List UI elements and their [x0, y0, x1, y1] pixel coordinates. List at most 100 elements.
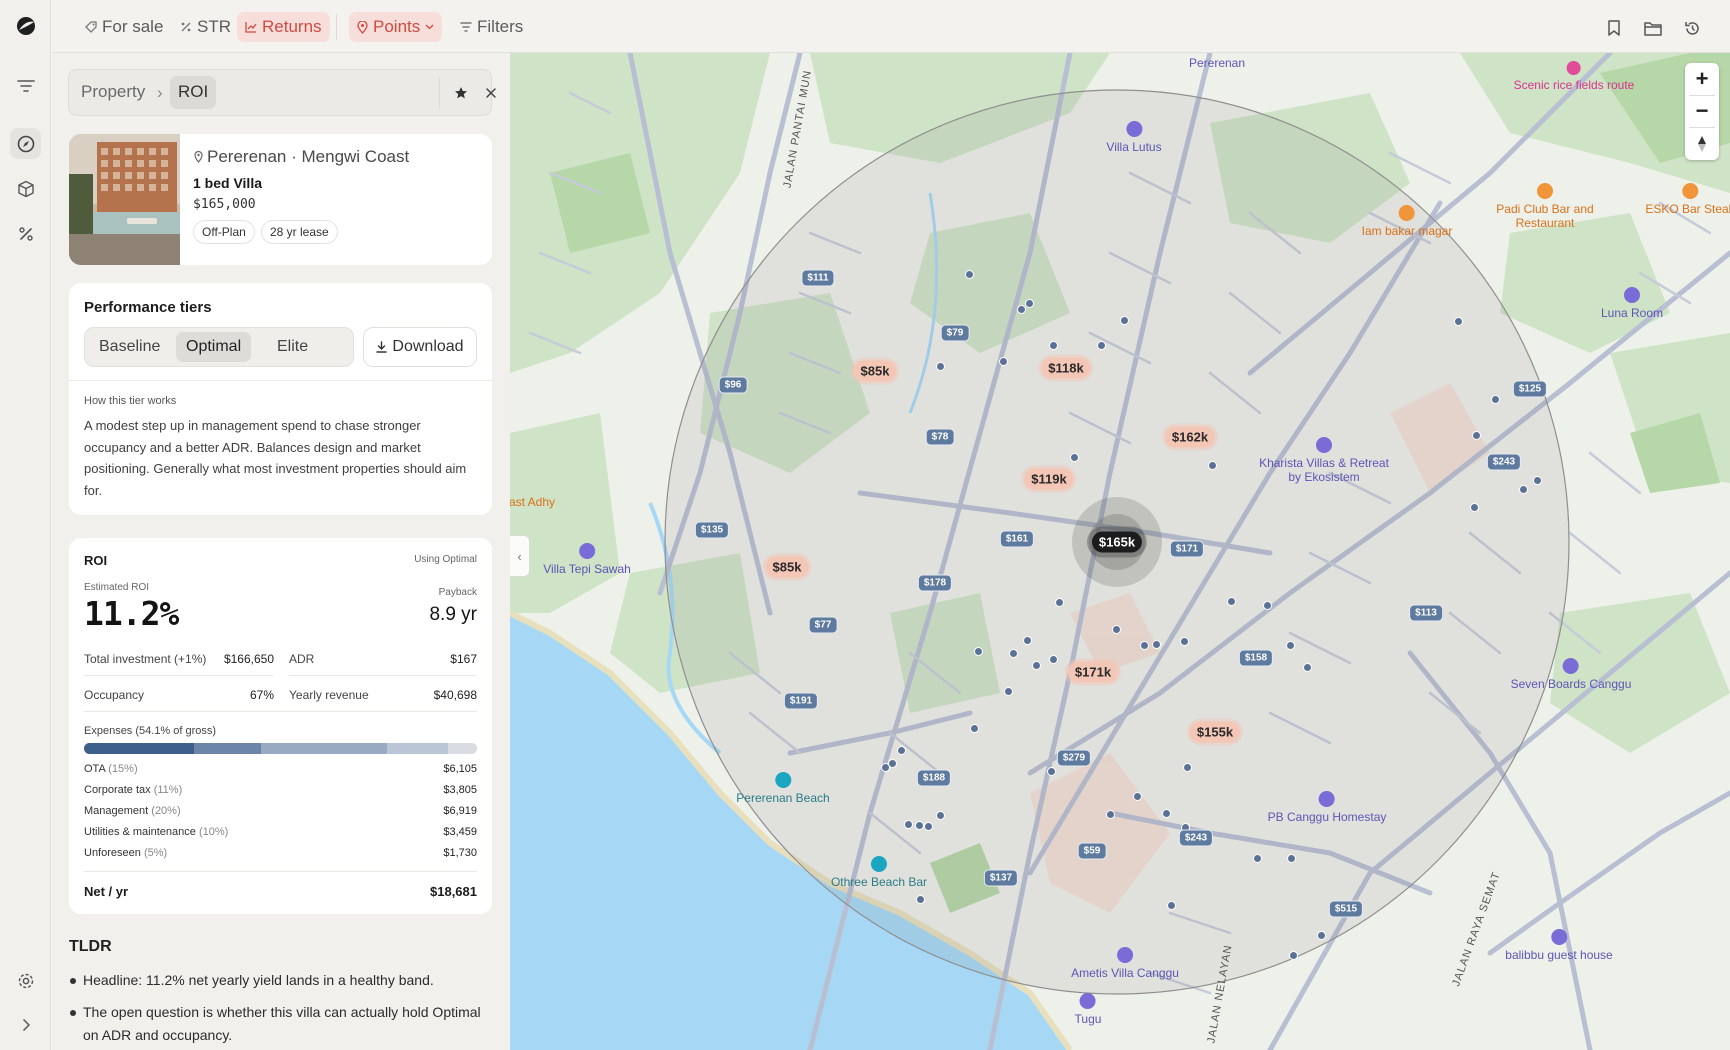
compass-reset-icon[interactable]	[1685, 128, 1719, 160]
poi-padi-club[interactable]: Padi Club Bar and Restaurant	[1485, 183, 1605, 230]
listing-price[interactable]: $515	[1328, 900, 1364, 918]
listing-dot[interactable]	[1167, 901, 1176, 910]
listing-price[interactable]: $171	[1169, 540, 1205, 558]
filters-button[interactable]: Filters	[452, 12, 531, 42]
listing-dot[interactable]	[1227, 597, 1236, 606]
listing-price[interactable]: $79	[940, 324, 970, 342]
collapse-panel-button[interactable]: ‹	[510, 535, 530, 577]
listing-dot[interactable]	[1287, 854, 1296, 863]
listing-dot[interactable]	[1208, 461, 1217, 470]
breadcrumb-current[interactable]: ROI	[170, 76, 217, 109]
tier-baseline[interactable]: Baseline	[89, 332, 170, 362]
returns-button[interactable]: Returns	[237, 12, 330, 42]
folder-icon[interactable]	[1642, 17, 1664, 39]
star-icon[interactable]	[449, 81, 473, 105]
listing-dot[interactable]	[1183, 763, 1192, 772]
breadcrumb-parent-link[interactable]: Property	[81, 82, 145, 102]
listing-dot[interactable]	[1025, 299, 1034, 308]
listing-price[interactable]: $77	[808, 616, 838, 634]
listing-dot[interactable]	[1162, 809, 1171, 818]
listing-dot[interactable]	[1097, 341, 1106, 350]
listing-price[interactable]: $59	[1077, 842, 1107, 860]
cube-icon[interactable]	[10, 173, 41, 204]
settings-gear-icon[interactable]	[10, 965, 41, 996]
listing-dot[interactable]	[1055, 598, 1064, 607]
listing-price[interactable]: $135	[694, 521, 730, 539]
app-logo-icon[interactable]	[10, 10, 41, 41]
poi-kharista[interactable]: Kharista Villas & Retreat by Ekosistem	[1254, 437, 1394, 484]
listing-price[interactable]: $191	[783, 692, 819, 710]
listing-dot[interactable]	[1120, 316, 1129, 325]
listing-dot[interactable]	[1533, 476, 1542, 485]
listing-dot[interactable]	[1049, 655, 1058, 664]
poi-label[interactable]: Pererenan	[1189, 56, 1245, 70]
price-pin[interactable]: $162k	[1164, 426, 1216, 448]
expand-chevron-icon[interactable]	[10, 1009, 41, 1040]
listing-dot[interactable]	[1286, 641, 1295, 650]
listing-dot[interactable]	[1491, 395, 1500, 404]
poi-luna-room[interactable]: Luna Room	[1601, 287, 1663, 320]
listing-price[interactable]: $178	[917, 574, 953, 592]
poi-pb-canggu[interactable]: PB Canggu Homestay	[1268, 791, 1386, 824]
listing-price[interactable]: $243	[1178, 829, 1214, 847]
listing-dot[interactable]	[1023, 636, 1032, 645]
listing-dot[interactable]	[881, 763, 890, 772]
price-pin[interactable]: $119k	[1024, 468, 1074, 490]
listing-dot[interactable]	[916, 895, 925, 904]
listing-dot[interactable]	[936, 362, 945, 371]
percent-icon[interactable]	[10, 218, 41, 249]
listing-dot[interactable]	[1106, 810, 1115, 819]
zoom-in-button[interactable]: +	[1685, 63, 1719, 95]
download-button[interactable]: Download	[363, 327, 477, 367]
price-pin[interactable]: $155k	[1189, 721, 1241, 743]
listing-dot[interactable]	[1112, 625, 1121, 634]
listing-dot[interactable]	[1070, 453, 1079, 462]
filter-lines-icon[interactable]	[10, 70, 41, 101]
tier-elite[interactable]: Elite	[267, 332, 318, 362]
poi-villa-tepi-sawah[interactable]: Villa Tepi Sawah	[543, 543, 631, 576]
listing-dot[interactable]	[1317, 931, 1326, 940]
listing-price[interactable]: $113	[1409, 604, 1443, 622]
points-dropdown[interactable]: Points	[349, 12, 443, 42]
listing-dot[interactable]	[1047, 767, 1056, 776]
listing-price[interactable]: $137	[983, 869, 1019, 887]
listing-price[interactable]: $243	[1486, 453, 1522, 471]
price-pin[interactable]: $171k	[1067, 661, 1119, 683]
listing-dot[interactable]	[999, 357, 1008, 366]
listing-dot[interactable]	[1472, 431, 1481, 440]
poi-pererenan-beach[interactable]: Pererenan Beach	[736, 772, 830, 805]
property-card[interactable]: Pererenan · Mengwi Coast 1 bed Villa $16…	[69, 134, 492, 265]
poi-villa-lutus[interactable]: Villa Lutus	[1106, 121, 1162, 154]
selected-property-pin[interactable]: $165k	[1091, 531, 1143, 553]
listing-dot[interactable]	[924, 822, 933, 831]
listing-price[interactable]: $279	[1056, 749, 1092, 767]
listing-dot[interactable]	[1152, 640, 1161, 649]
listing-dot[interactable]	[1140, 641, 1149, 650]
listing-dot[interactable]	[936, 811, 945, 820]
tier-optimal[interactable]: Optimal	[176, 332, 252, 362]
poi-label[interactable]: ast Adhy	[510, 495, 555, 509]
listing-dot[interactable]	[970, 724, 979, 733]
poi-ametis[interactable]: Ametis Villa Canggu	[1071, 947, 1179, 980]
listing-dot[interactable]	[1454, 317, 1463, 326]
listing-dot[interactable]	[1263, 601, 1272, 610]
listing-dot[interactable]	[1180, 637, 1189, 646]
listing-dot[interactable]	[1303, 663, 1312, 672]
poi-tugu[interactable]: Tugu	[1075, 993, 1101, 1026]
history-icon[interactable]	[1681, 17, 1703, 39]
close-icon[interactable]	[479, 81, 503, 105]
listing-dot[interactable]	[1009, 649, 1018, 658]
poi-balibbu[interactable]: balibbu guest house	[1505, 929, 1613, 962]
price-pin[interactable]: $118k	[1041, 357, 1091, 379]
listing-price[interactable]: $158	[1238, 649, 1274, 667]
map-canvas[interactable]: JALAN PANTAI MUN JALAN RAYA SEMAT JALAN …	[510, 53, 1730, 1050]
bookmark-icon[interactable]	[1603, 17, 1625, 39]
listing-dot[interactable]	[1017, 305, 1026, 314]
listing-price[interactable]: $96	[718, 376, 748, 394]
listing-dot[interactable]	[1049, 341, 1058, 350]
poi-scenic-route[interactable]: Scenic rice fields route	[1514, 61, 1634, 92]
listing-dot[interactable]	[1253, 854, 1262, 863]
listing-price[interactable]: $161	[999, 530, 1035, 548]
listing-price[interactable]: $188	[916, 769, 952, 787]
listing-dot[interactable]	[965, 270, 974, 279]
